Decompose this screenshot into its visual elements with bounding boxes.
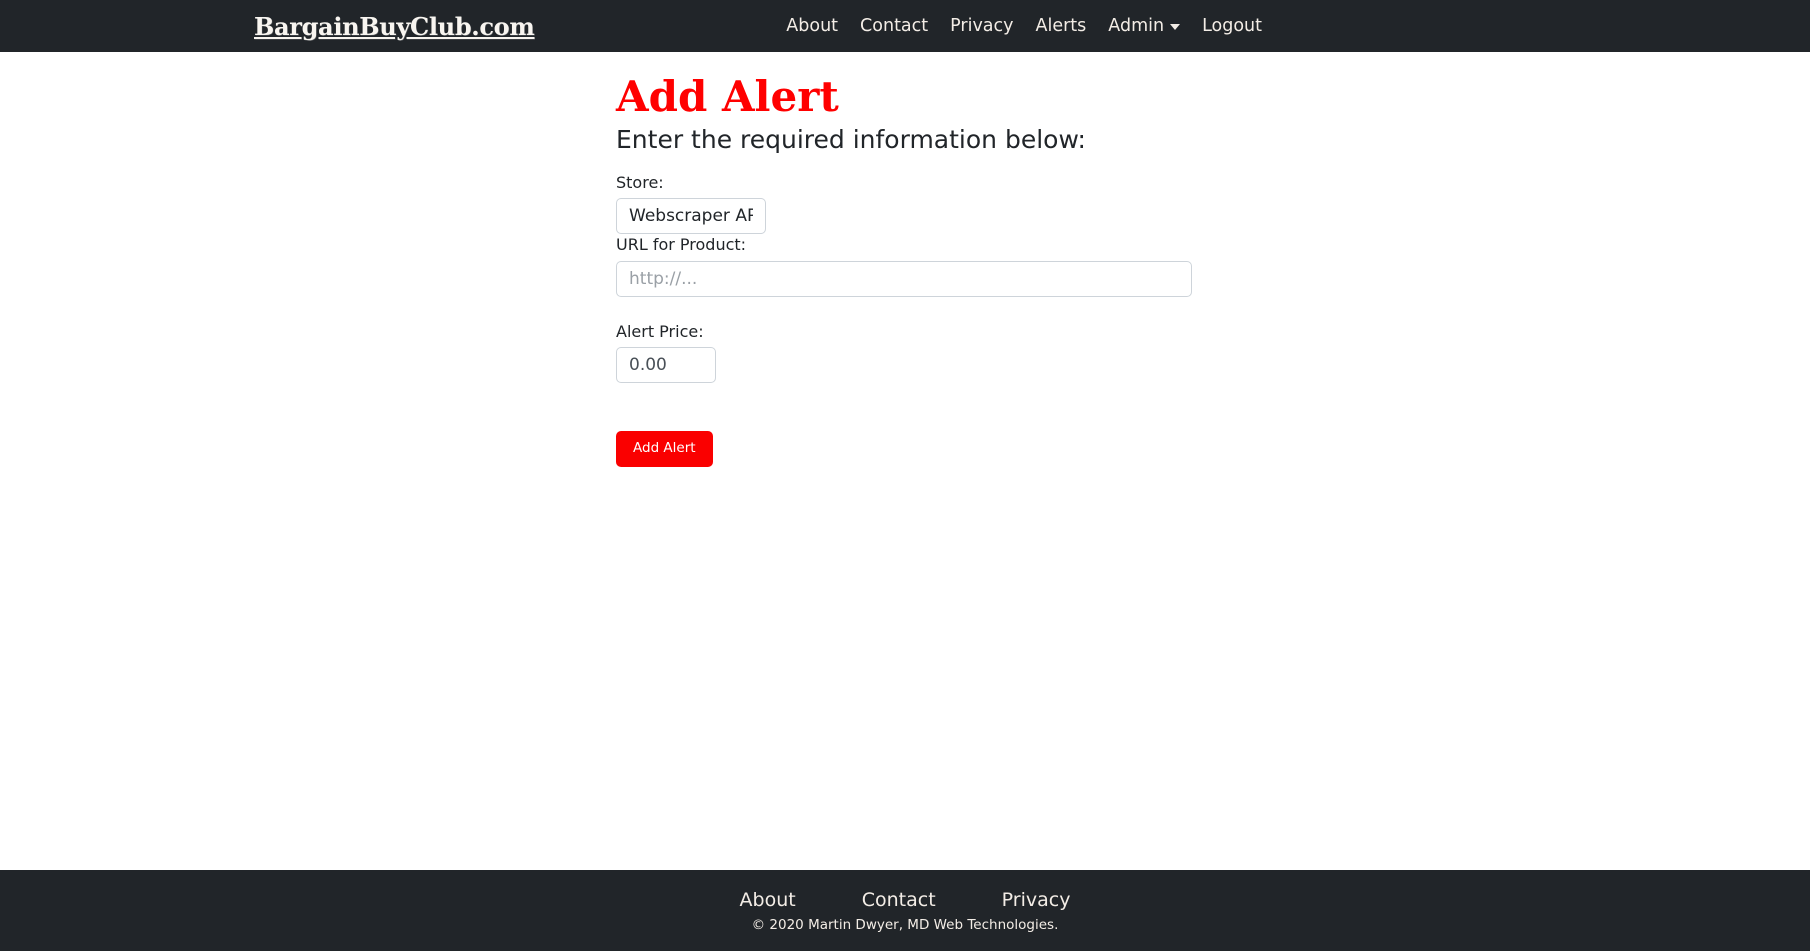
page-subtitle: Enter the required information below:	[616, 124, 1086, 154]
footer-link-privacy[interactable]: Privacy	[1002, 889, 1071, 911]
url-label: URL for Product:	[616, 235, 747, 255]
top-navbar: BargainBuyClub.com About Contact Privacy…	[0, 0, 1810, 52]
add-alert-button[interactable]: Add Alert	[616, 431, 713, 467]
footer-link-about[interactable]: About	[740, 889, 796, 911]
nav-dropdown-admin[interactable]: Admin	[1097, 0, 1191, 52]
chevron-down-icon	[1170, 24, 1181, 30]
add-alert-form-container: Add Alert Enter the required information…	[616, 72, 1316, 467]
store-form-group: Store:	[616, 172, 1316, 235]
brand-logo[interactable]: BargainBuyClub.com	[254, 12, 535, 41]
navbar-links: About Contact Privacy Alerts Admin Logou…	[775, 0, 1273, 52]
nav-dropdown-admin-label: Admin	[1108, 16, 1165, 36]
url-form-group: URL for Product:	[616, 234, 1316, 297]
footer-link-contact[interactable]: Contact	[862, 889, 936, 911]
nav-link-privacy[interactable]: Privacy	[939, 0, 1024, 52]
footer-copyright: © 2020 Martin Dwyer, MD Web Technologies…	[751, 916, 1059, 933]
form-spacer	[616, 297, 1316, 321]
nav-link-logout[interactable]: Logout	[1191, 0, 1273, 52]
price-label: Alert Price:	[616, 321, 704, 341]
footer-links: About Contact Privacy	[740, 889, 1071, 911]
nav-link-about[interactable]: About	[775, 0, 849, 52]
main-content: Add Alert Enter the required information…	[0, 52, 1810, 870]
submit-spacer	[616, 383, 1316, 431]
store-label: Store:	[616, 173, 664, 193]
store-select[interactable]	[616, 198, 766, 235]
price-form-group: Alert Price:	[616, 321, 1316, 384]
nav-link-alerts[interactable]: Alerts	[1025, 0, 1098, 52]
nav-link-contact[interactable]: Contact	[849, 0, 939, 52]
url-input[interactable]	[616, 260, 1192, 297]
page-title: Add Alert	[616, 72, 839, 121]
price-input[interactable]	[616, 347, 716, 384]
page-footer: About Contact Privacy © 2020 Martin Dwye…	[0, 870, 1810, 951]
